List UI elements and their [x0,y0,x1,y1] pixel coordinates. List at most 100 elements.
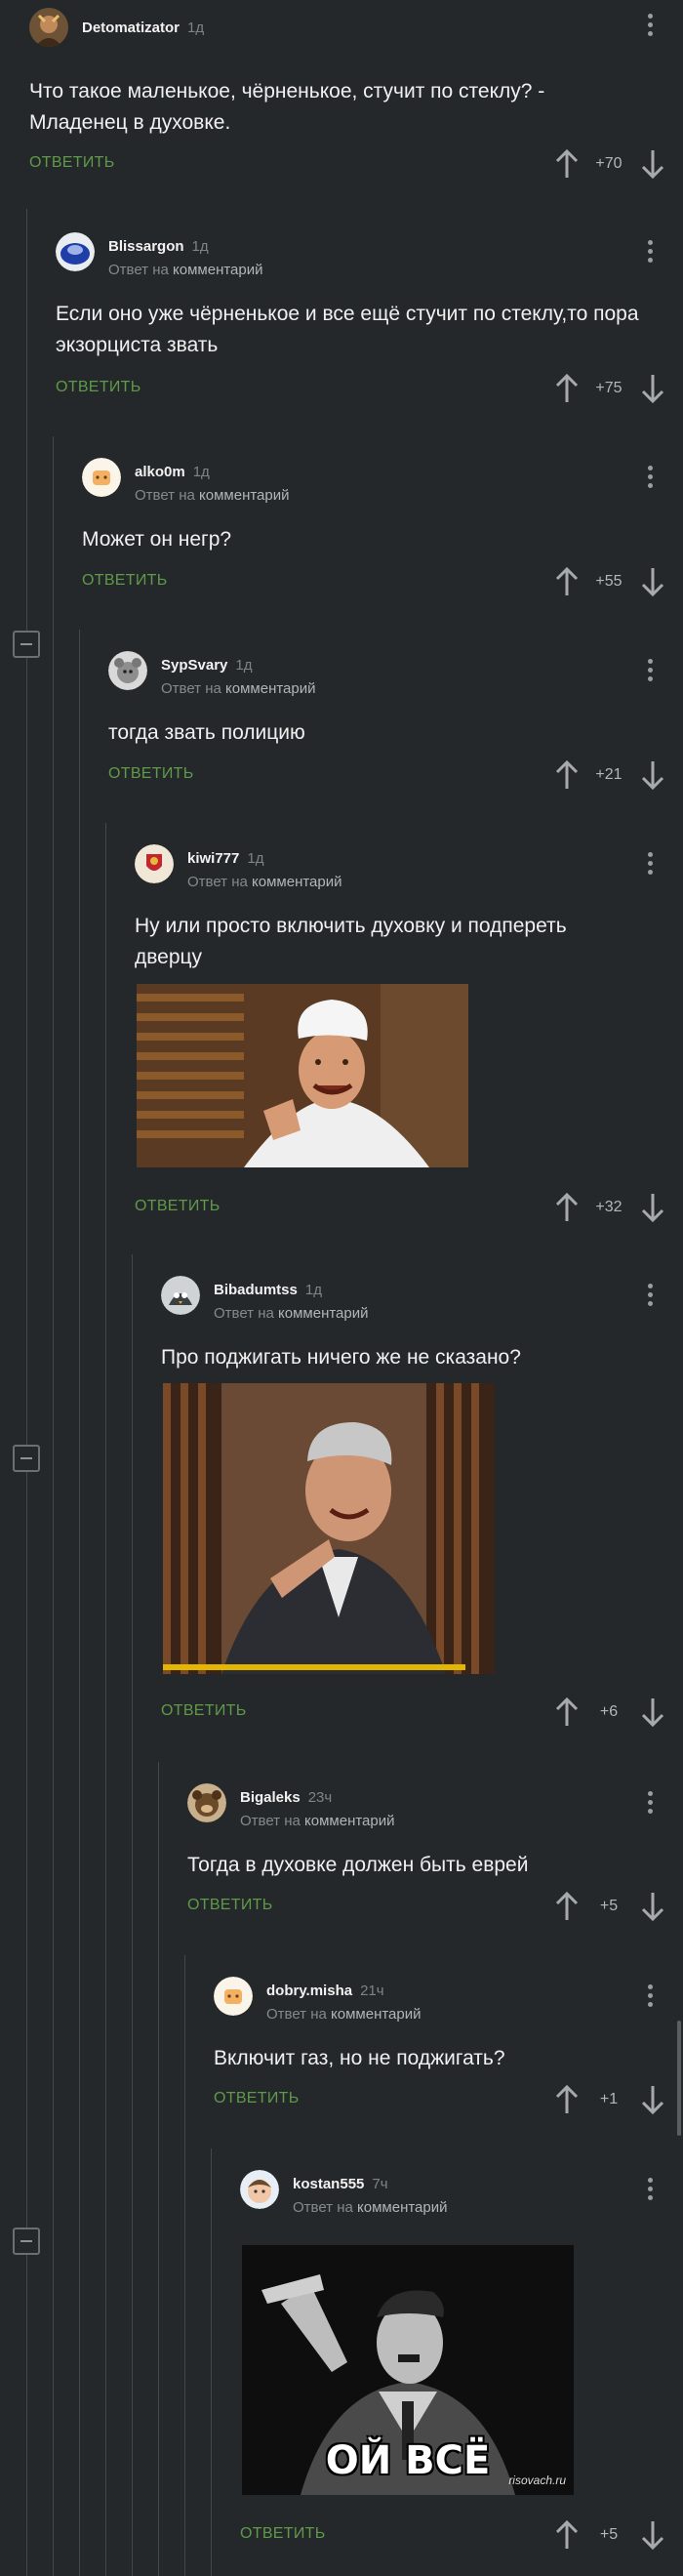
thread-line [26,209,27,2576]
avatar[interactable] [108,651,147,690]
username[interactable]: alko0m 1д [135,464,210,480]
upvote-arrow-icon[interactable] [554,148,580,180]
comment-image[interactable] [163,1383,495,1674]
avatar[interactable] [135,844,174,883]
score: +70 [595,155,623,172]
username[interactable]: kostan555 7ч [293,2176,388,2192]
upvote-arrow-icon[interactable] [554,1697,580,1728]
avatar[interactable] [56,232,95,271]
thread-line [211,2148,212,2576]
username[interactable]: kiwi777 1д [187,850,263,867]
collapse-thread-button[interactable] [13,2228,40,2255]
downvote-arrow-icon[interactable] [640,1891,665,1922]
comment-time: 1д [235,657,253,674]
menu-dots-icon[interactable] [646,1984,654,2012]
menu-dots-icon[interactable] [646,659,654,686]
downvote-arrow-icon[interactable] [640,373,665,404]
reply-button[interactable]: ОТВЕТИТЬ [135,1198,221,1215]
menu-dots-icon[interactable] [646,2178,654,2205]
upvote-arrow-icon[interactable] [554,2084,580,2115]
reply-to-link[interactable]: комментарий [173,262,262,278]
menu-dots-icon[interactable] [646,240,654,267]
comment-text: Ну или просто включить духовку и подпере… [135,915,567,968]
upvote-arrow-icon[interactable] [554,759,580,791]
thread-line [158,1762,159,2576]
comment-time: 1д [247,850,264,867]
score: +5 [599,1898,619,1914]
avatar[interactable] [82,458,121,497]
menu-dots-icon[interactable] [646,14,654,41]
username[interactable]: Detomatizator 1д [82,20,204,36]
upvote-arrow-icon[interactable] [554,1891,580,1922]
comment-time: 23ч [307,1789,333,1806]
collapse-thread-button[interactable] [13,631,40,658]
username[interactable]: SypSvary 1д [161,657,253,674]
avatar[interactable] [214,1977,253,2016]
downvote-arrow-icon[interactable] [640,566,665,597]
vote-controls: +6 [554,1697,671,1736]
reply-to-link[interactable]: комментарий [199,487,289,504]
reply-to-link[interactable]: комментарий [225,680,315,697]
comment-time: 1д [187,20,205,36]
downvote-arrow-icon[interactable] [640,148,665,180]
menu-dots-icon[interactable] [646,1284,654,1311]
menu-dots-icon[interactable] [646,466,654,493]
thread-line [53,436,54,2576]
menu-dots-icon[interactable] [646,852,654,879]
thread-line [132,1254,133,2576]
thread-line [79,630,80,2576]
username[interactable]: dobry.misha 21ч [266,1983,384,1999]
upvote-arrow-icon[interactable] [554,373,580,404]
comment-time: 7ч [372,2176,388,2192]
avatar[interactable] [29,8,68,47]
reply-to-link[interactable]: комментарий [304,1813,394,1829]
vote-controls: +5 [554,1891,671,1930]
collapse-thread-button[interactable] [13,1445,40,1472]
downvote-arrow-icon[interactable] [640,2084,665,2115]
username[interactable]: Bigaleks 23ч [240,1789,332,1806]
reply-to-link[interactable]: комментарий [252,874,342,890]
username[interactable]: Blissargon 1д [108,238,209,255]
menu-dots-icon[interactable] [646,1791,654,1819]
reply-button[interactable]: ОТВЕТИТЬ [214,2090,300,2107]
thread-line [184,1955,185,2576]
avatar[interactable] [161,1276,200,1315]
reply-to-link[interactable]: комментарий [278,1305,368,1322]
reply-to-link[interactable]: комментарий [331,2006,421,2023]
reply-button[interactable]: ОТВЕТИТЬ [29,154,115,172]
avatar[interactable] [240,2170,279,2209]
upvote-arrow-icon[interactable] [554,566,580,597]
reply-button[interactable]: ОТВЕТИТЬ [82,572,168,590]
vote-controls: +75 [554,373,671,412]
comment-text: тогда звать полицию [108,721,305,744]
upvote-arrow-icon[interactable] [554,1192,580,1223]
avatar[interactable] [187,1783,226,1822]
upvote-arrow-icon[interactable] [554,2519,580,2551]
comment-text: Включит газ, но не поджигать? [214,2047,505,2069]
score: +21 [595,766,623,783]
score: +55 [595,573,623,590]
username[interactable]: Bibadumtss 1д [214,1282,322,1298]
reply-to: Ответ на комментарий [135,487,290,504]
reply-button[interactable]: ОТВЕТИТЬ [108,765,194,783]
reply-button[interactable]: ОТВЕТИТЬ [56,379,141,396]
comment-time: 1д [304,1282,322,1298]
reply-to: Ответ на комментарий [214,1305,369,1322]
downvote-arrow-icon[interactable] [640,2519,665,2551]
comment-image[interactable]: ОЙ ВСЁ risovach.ru [242,2245,574,2495]
downvote-arrow-icon[interactable] [640,759,665,791]
reply-button[interactable]: ОТВЕТИТЬ [240,2525,326,2543]
downvote-arrow-icon[interactable] [640,1192,665,1223]
comment-text: Тогда в духовке должен быть еврей [187,1854,529,1876]
thread-line [105,823,106,2576]
comment-text: Может он негр? [82,528,232,551]
comment-image[interactable] [137,984,468,1167]
comment-time: 21ч [360,1983,384,1999]
vote-controls: +55 [554,566,671,605]
downvote-arrow-icon[interactable] [640,1697,665,1728]
reply-button[interactable]: ОТВЕТИТЬ [161,1702,247,1720]
reply-button[interactable]: ОТВЕТИТЬ [187,1897,273,1914]
reply-to-link[interactable]: комментарий [357,2199,447,2216]
vote-controls: +70 [554,148,671,187]
scrollbar[interactable] [677,2021,681,2136]
